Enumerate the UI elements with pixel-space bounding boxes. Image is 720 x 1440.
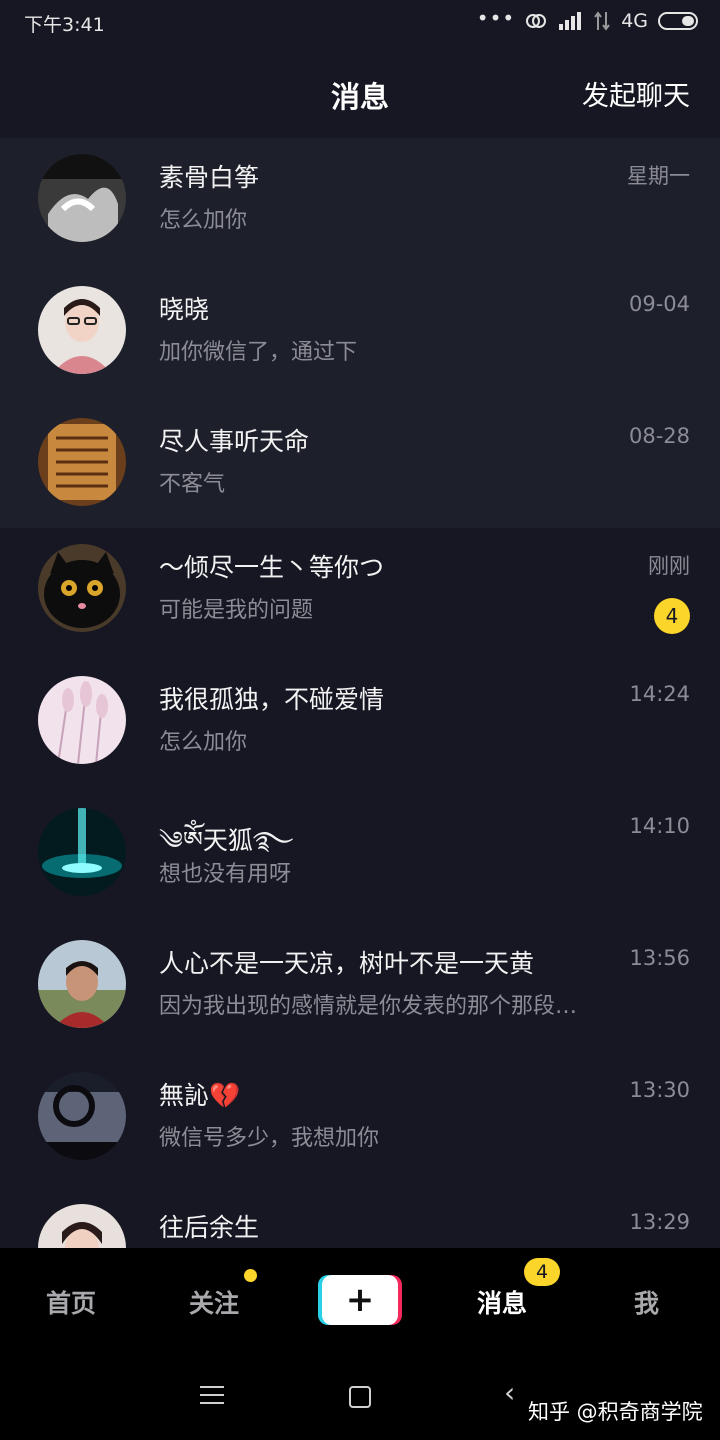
conversation-row[interactable]: 尽人事听天命 不客气 08-28 bbox=[0, 402, 720, 534]
header: 消息 发起聊天 bbox=[0, 46, 720, 138]
bottom-nav: 首页 关注 + 消息 4 我 bbox=[0, 1248, 720, 1352]
conversation-preview: 因为我出现的感情就是你发表的那个那段… bbox=[159, 994, 578, 1019]
conversation-time: 刚刚 bbox=[648, 554, 690, 578]
avatar[interactable] bbox=[38, 544, 126, 632]
follow-new-dot bbox=[244, 1269, 257, 1282]
menu-icon[interactable] bbox=[200, 1386, 224, 1410]
battery-icon bbox=[658, 12, 698, 30]
conversation-name: 尽人事听天命 bbox=[159, 427, 310, 456]
hd-signal-icon bbox=[559, 12, 582, 30]
conversation-time: 13:56 bbox=[629, 946, 690, 970]
avatar[interactable] bbox=[38, 1072, 126, 1160]
conversation-row[interactable]: ～倾尽一生丶等你つ 可能是我的问题 刚刚 4 bbox=[0, 528, 720, 660]
avatar[interactable] bbox=[38, 676, 126, 764]
system-nav-bar: ‹ 知乎 @积奇商学院 bbox=[0, 1352, 720, 1440]
conversation-preview: 怎么加你 bbox=[159, 208, 248, 233]
create-button[interactable]: + bbox=[318, 1275, 402, 1325]
conversation-preview: 可能是我的问题 bbox=[159, 598, 314, 623]
conversation-name: ～倾尽一生丶等你つ bbox=[159, 553, 385, 582]
conversation-time: 星期一 bbox=[627, 164, 690, 188]
conversation-row[interactable]: ༄ༀ天狐࿐ 想也没有用呀 14:10 bbox=[0, 792, 720, 924]
avatar[interactable] bbox=[38, 286, 126, 374]
avatar[interactable] bbox=[38, 1204, 126, 1248]
conversation-preview: 不客气 bbox=[159, 472, 226, 497]
conversation-time: 14:10 bbox=[629, 814, 690, 838]
conversation-row[interactable]: 我很孤独，不碰爱情 怎么加你 14:24 bbox=[0, 660, 720, 792]
conversation-time: 14:24 bbox=[629, 682, 690, 706]
plus-icon: + bbox=[322, 1275, 398, 1325]
conversation-row[interactable]: 素骨白筝 怎么加你 星期一 bbox=[0, 138, 720, 270]
nav-home[interactable]: 首页 bbox=[46, 1284, 96, 1320]
avatar[interactable] bbox=[38, 154, 126, 242]
status-time: 下午3:41 bbox=[24, 14, 105, 36]
conversation-list: ～倾尽一生丶等你つ 可能是我的问题 刚刚 4 我很孤独，不碰爱情 怎么加你 14… bbox=[0, 528, 720, 1248]
conversation-preview: 怎么加你 bbox=[159, 730, 248, 755]
conversation-time: 09-04 bbox=[628, 292, 690, 316]
nav-messages[interactable]: 消息 bbox=[477, 1284, 527, 1320]
conversation-row[interactable]: 晓晓 加你微信了，通过下 09-04 bbox=[0, 270, 720, 402]
messages-badge: 4 bbox=[524, 1258, 560, 1286]
conversation-preview: 想也没有用呀 bbox=[159, 862, 292, 887]
unread-badge: 4 bbox=[654, 598, 690, 634]
start-chat-button[interactable]: 发起聊天 bbox=[582, 74, 690, 113]
status-bar: 下午3:41 ••• 4G bbox=[0, 0, 720, 46]
conversation-name: 人心不是一天凉，树叶不是一天黄 bbox=[159, 949, 535, 978]
nav-me[interactable]: 我 bbox=[634, 1284, 659, 1320]
conversation-time: 13:29 bbox=[629, 1210, 690, 1234]
watermark: 知乎 @积奇商学院 bbox=[528, 1400, 703, 1424]
avatar[interactable] bbox=[38, 808, 126, 896]
conversation-time: 08-28 bbox=[628, 424, 690, 448]
conversation-preview: 微信号多少，我想加你 bbox=[159, 1126, 380, 1151]
pinned-conversation-list: 素骨白筝 怎么加你 星期一 晓晓 加你微信了，通过下 09-04 尽人事听天命 … bbox=[0, 138, 720, 528]
home-icon[interactable] bbox=[349, 1386, 371, 1408]
link-icon bbox=[526, 14, 547, 28]
conversation-name: 晓晓 bbox=[159, 295, 210, 324]
conversation-name: 往后余生 bbox=[159, 1213, 260, 1242]
conversation-name: 無訫💔 bbox=[159, 1081, 241, 1110]
conversation-row[interactable]: 無訫💔 微信号多少，我想加你 13:30 bbox=[0, 1056, 720, 1188]
back-icon[interactable]: ‹ bbox=[504, 1376, 515, 1409]
network-type: 4G bbox=[621, 10, 648, 32]
data-transfer-icon bbox=[594, 11, 610, 31]
conversation-row[interactable]: 往后余生 13:29 bbox=[0, 1188, 720, 1248]
conversation-preview: 加你微信了，通过下 bbox=[159, 340, 358, 365]
avatar[interactable] bbox=[38, 940, 126, 1028]
conversation-time: 13:30 bbox=[629, 1078, 690, 1102]
conversation-name: 素骨白筝 bbox=[159, 163, 260, 192]
conversation-row[interactable]: 人心不是一天凉，树叶不是一天黄 因为我出现的感情就是你发表的那个那段… 13:5… bbox=[0, 924, 720, 1056]
status-icons: ••• 4G bbox=[476, 6, 698, 33]
conversation-name: 我很孤独，不碰爱情 bbox=[159, 685, 385, 714]
nav-follow[interactable]: 关注 bbox=[189, 1284, 239, 1320]
avatar[interactable] bbox=[38, 418, 126, 506]
more-dots-icon: ••• bbox=[476, 6, 516, 30]
